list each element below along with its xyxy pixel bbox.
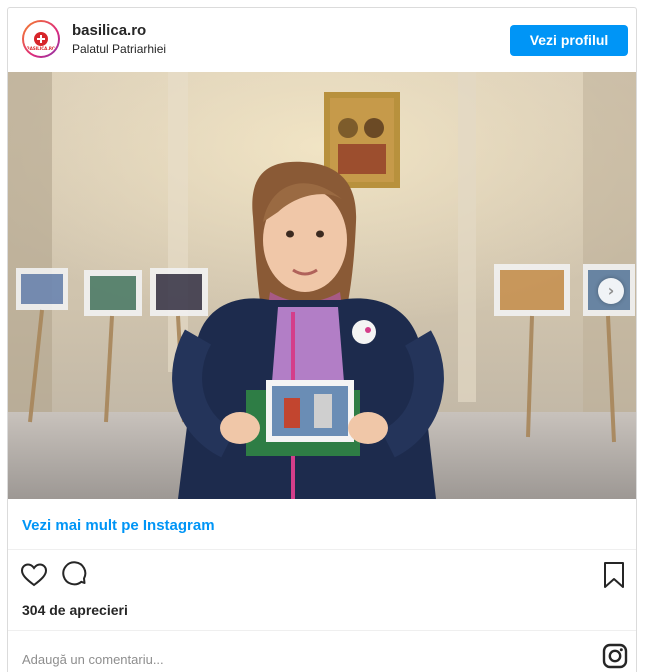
avatar[interactable]: BASILICA.RO [22,20,60,58]
instagram-icon[interactable] [602,643,628,669]
user-info: basilica.ro Palatul Patriarhiei [72,22,166,57]
comment-icon[interactable] [60,561,88,589]
post-photo[interactable]: › [8,72,636,499]
heart-icon[interactable] [20,561,48,589]
avatar-logo: BASILICA.RO [24,22,58,56]
chevron-right-icon[interactable]: › [598,278,624,304]
comment-input[interactable] [22,649,582,669]
avatar-logo-text: BASILICA.RO [26,46,56,51]
photo-image [8,72,636,499]
divider [8,630,636,631]
view-more-on-instagram-link[interactable]: Vezi mai mult pe Instagram [22,517,215,534]
username-link[interactable]: basilica.ro [72,22,166,40]
action-bar [8,561,636,599]
bookmark-icon[interactable] [600,561,628,589]
post-header: BASILICA.RO basilica.ro Palatul Patriarh… [8,8,636,72]
view-profile-button[interactable]: Vezi profilul [510,25,628,56]
location-link[interactable]: Palatul Patriarhiei [72,41,166,57]
cross-icon [34,32,48,46]
likes-count[interactable]: 304 de aprecieri [22,602,128,618]
divider [8,549,636,550]
instagram-embed-card: BASILICA.RO basilica.ro Palatul Patriarh… [7,7,637,672]
